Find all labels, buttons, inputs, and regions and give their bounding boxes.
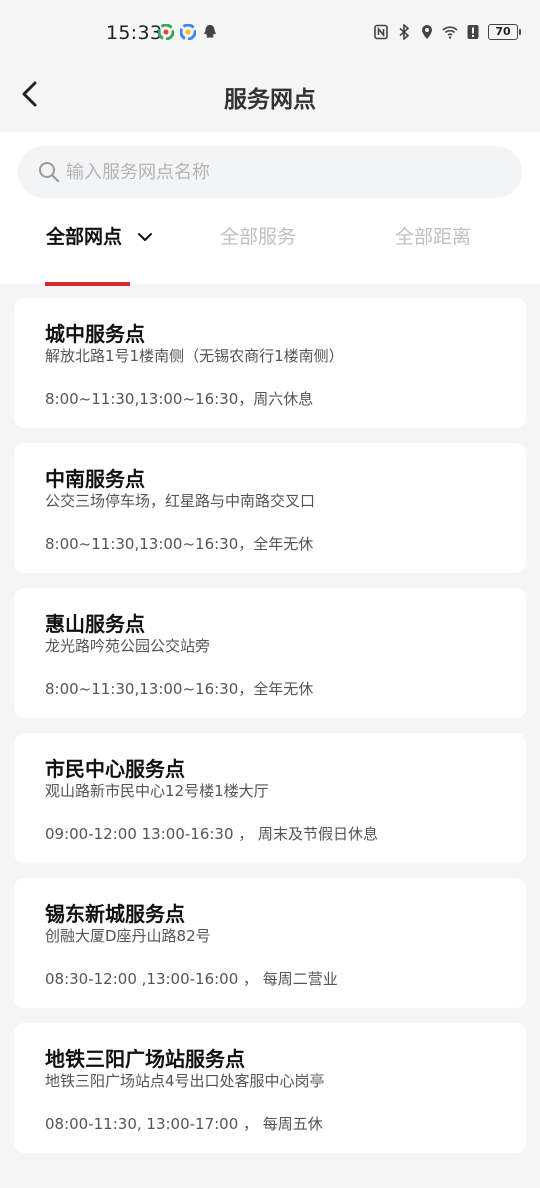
status-app-icons [158,24,218,40]
qq-icon [204,25,216,38]
tab-all-points-label: 全部网点 [46,226,123,248]
status-time: 15:33 [106,22,163,44]
tab-all-distances[interactable]: 全部距离 [395,222,471,284]
service-point-name: 中南服务点 [45,467,145,491]
filter-panel: 全部网点 全部服务 全部距离 [0,132,540,286]
status-bar: 15:33 70 [0,0,540,68]
search-bar[interactable] [18,146,522,198]
service-point-name: 惠山服务点 [45,612,145,636]
service-point-card[interactable]: 城中服务点 解放北路1号1楼南侧（无锡农商行1楼南侧） 8:00~11:30,1… [14,298,526,428]
service-point-name: 城中服务点 [45,322,145,346]
tab-all-points[interactable]: 全部网点 [46,222,154,284]
filter-tabs: 全部网点 全部服务 全部距离 [0,222,540,284]
service-point-hours: 8:00~11:30,13:00~16:30，周六休息 [45,390,314,408]
app-icon-1 [158,24,174,40]
alert-icon [467,25,479,39]
battery-icon: 70 [488,24,521,40]
service-point-address: 地铁三阳广场站点4号出口处客服中心岗亭 [45,1072,325,1090]
search-input[interactable] [66,146,506,198]
service-point-address: 解放北路1号1楼南侧（无锡农商行1楼南侧） [45,347,344,365]
service-point-hours: 09:00-12:00 13:00-16:30 ， 周末及节假日休息 [45,825,379,843]
service-point-address: 创融大厦D座丹山路82号 [45,927,211,945]
active-tab-indicator [45,282,130,286]
app-icon-2 [180,24,196,40]
service-point-address: 龙光路吟苑公园公交站旁 [45,637,211,655]
tab-all-distances-label: 全部距离 [395,226,472,248]
tab-all-services-label: 全部服务 [220,226,297,248]
service-point-hours: 8:00~11:30,13:00~16:30，全年无休 [45,680,314,698]
service-point-name: 锡东新城服务点 [45,902,185,926]
service-point-address: 公交三场停车场，红星路与中南路交叉口 [45,492,316,510]
search-icon [39,162,59,182]
service-point-name: 市民中心服务点 [45,757,185,781]
status-right-icons: 70 [373,24,521,40]
service-point-card[interactable]: 惠山服务点 龙光路吟苑公园公交站旁 8:00~11:30,13:00~16:30… [14,588,526,718]
bluetooth-icon [399,24,410,40]
chevron-down-icon [138,233,153,241]
service-point-card[interactable]: 市民中心服务点 观山路新市民中心12号楼1楼大厅 09:00-12:00 13:… [14,733,526,863]
service-point-address: 观山路新市民中心12号楼1楼大厅 [45,782,269,800]
service-point-hours: 08:00-11:30, 13:00-17:00 ， 每周五休 [45,1115,323,1133]
nfc-icon [374,24,388,40]
page-title: 服务网点 [224,87,316,113]
service-point-hours: 08:30-12:00 ,13:00-16:00 ， 每周二营业 [45,970,338,988]
wifi-icon [442,26,458,39]
tab-all-services[interactable]: 全部服务 [220,222,296,284]
location-icon [422,25,432,39]
service-point-list: 城中服务点 解放北路1号1楼南侧（无锡农商行1楼南侧） 8:00~11:30,1… [14,298,526,1168]
service-point-hours: 8:00~11:30,13:00~16:30，全年无休 [45,535,314,553]
service-point-card[interactable]: 锡东新城服务点 创融大厦D座丹山路82号 08:30-12:00 ,13:00-… [14,878,526,1008]
service-point-name: 地铁三阳广场站服务点 [45,1047,245,1071]
service-point-card[interactable]: 地铁三阳广场站服务点 地铁三阳广场站点4号出口处客服中心岗亭 08:00-11:… [14,1023,526,1153]
header: 服务网点 [0,68,540,132]
service-point-card[interactable]: 中南服务点 公交三场停车场，红星路与中南路交叉口 8:00~11:30,13:0… [14,443,526,573]
